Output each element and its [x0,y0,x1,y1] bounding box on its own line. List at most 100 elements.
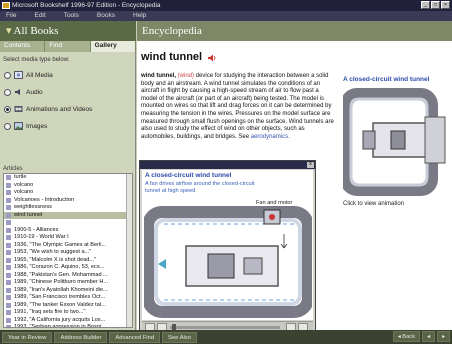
radio-audio[interactable]: Audio [4,88,43,96]
article-list-item[interactable]: 1910-19 - World War I [4,234,132,242]
articles-list[interactable]: turtle volcano volcano Volcanoes - Introduc… [3,173,133,328]
article-icon [6,325,11,327]
article-icon [6,317,11,323]
bottom-toolbar: Year in Review Address Builder Advanced … [0,330,452,344]
all-books-header[interactable]: ▾ All Books [0,21,136,41]
all-media-icon [14,71,23,79]
wind-tunnel-diagram [144,206,312,318]
article-list-item[interactable]: 1965, "Malcolm X is shot dead..." [4,257,132,265]
article-icon [6,272,11,278]
article-list-item[interactable]: 1986, "Corazon C. Aquino, 53, ecs... [4,264,132,272]
article-icon [6,175,11,180]
article-list-item[interactable]: 1900-5 - Alliances [4,227,132,235]
articles-scrollbar[interactable] [126,174,132,327]
article-icon [6,190,11,195]
article-title: wind tunnel [141,51,203,63]
menu-books[interactable]: Books [97,11,115,21]
audio-icon [15,89,20,95]
video-icon [14,106,23,112]
article-label: 1936, "The Olympic Games at Berli... [14,241,107,248]
article-icon [6,212,11,218]
article-label: 1991, "Iraq sets fire to two..." [14,309,86,315]
year-in-review-button[interactable]: Year in Review [2,331,53,343]
article-label: 1910-19 - World War I [14,234,69,240]
article-list-item[interactable]: 1989, "The tanker Exxon Valdez tal... [4,302,132,310]
bookshelf-window: Microsoft Bookshelf 1996-97 Edition - En… [0,0,452,344]
radio-all-media[interactable]: All Media [4,71,53,79]
radio-label: Images [26,122,48,130]
article-list-item[interactable]: 1991, "Iraq sets fire to two..." [4,309,132,317]
article-term: wind tunnel, [141,73,176,79]
articles-label: Articles [3,166,23,172]
window-title: Microsoft Bookshelf 1996-97 Edition - En… [12,2,161,9]
side-figure-caption: Click to view animation [343,201,405,207]
article-icon [6,205,11,210]
prev-arrow-icon[interactable]: ◂ [422,331,436,342]
maximize-button[interactable]: □ [431,1,440,9]
wind-tunnel-thumbnail[interactable] [343,87,447,199]
popup-subtitle: A fan drives airflow around the closed-c… [145,181,255,194]
article-list-item[interactable]: wind tunnel [4,211,132,219]
article-list-item[interactable]: 1953, "We wish to suggest a..." [4,249,132,257]
menu-edit[interactable]: Edit [34,11,45,21]
article-list-item[interactable]: 1989, "Iran's Ayatollah Khomeini die... [4,287,132,295]
minimize-button[interactable]: _ [421,1,430,9]
see-also-link[interactable]: aerodynamics. [251,134,290,140]
article-icon [6,220,11,225]
article-label: 1953, "We wish to suggest a..." [14,249,92,255]
article-list-item[interactable]: volcano [4,182,132,190]
article-list-item[interactable]: 1988, "Pakistan's Gen. Mohammad ... [4,272,132,280]
radio-dot [4,105,11,113]
article-list-item[interactable]: volcano [4,189,132,197]
article-body: wind tunnel, (wind) device for studying … [141,73,335,141]
radio-dot [4,71,11,79]
article-label: 1993, "Serbian aggression in Bosni... [14,324,106,328]
address-builder-button[interactable]: Address Builder [54,331,108,343]
article-label: 1989, "Chinese Politburo member H... [14,279,109,285]
article-icon [6,257,11,263]
expand-arrow-icon: ▾ [6,25,12,37]
menu-tools[interactable]: Tools [64,11,79,21]
tab-find[interactable]: Find [45,41,91,52]
window-controls: _ □ × [421,1,450,9]
article-list-item[interactable]: Volcanoes - Introduction [4,197,132,205]
menu-help[interactable]: Help [133,11,146,21]
speaker-icon[interactable] [208,54,217,62]
article-icon [6,287,11,293]
radio-dot [4,88,11,96]
article-list-item[interactable]: 1936, "The Olympic Games at Berli... [4,242,132,250]
article-label: volcano [14,181,34,188]
close-button[interactable]: × [441,1,450,9]
tab-gallery[interactable]: Gallery [90,41,136,52]
advanced-find-button[interactable]: Advanced Find [109,331,161,343]
article-label: 1989, "Iran's Ayatollah Khomeini die... [14,286,108,293]
article-icon [6,295,11,300]
article-list-item[interactable]: 1989, "Chinese Politburo member H... [4,279,132,287]
image-icon [14,122,23,130]
back-label: Back [402,334,416,340]
progress-track[interactable] [170,326,280,329]
article-list-item[interactable]: weightlessness [4,204,132,212]
next-arrow-icon[interactable]: ▸ [437,331,450,342]
article-list-item[interactable] [4,219,132,227]
see-also-button[interactable]: See Also [162,331,197,343]
article-list-item[interactable]: turtle [4,174,132,182]
article-icon [6,242,11,248]
popup-title-bar: x [140,161,315,169]
back-button[interactable]: ◂ Back [392,331,421,342]
article-label: 1989, "The tanker Exxon Valdez tal... [14,301,106,308]
radio-label: Animations and Videos [26,105,93,113]
radio-images[interactable]: Images [4,122,47,130]
article-list-item[interactable]: 1992, "A California jury acquits Los... [4,317,132,325]
article-label: 1989, "San Francisco trembles Oct... [14,294,106,300]
select-media-label: Select media type below: [3,57,70,63]
article-text: device for studying the interaction betw… [141,73,334,140]
article-list-item[interactable]: 1993, "Serbian aggression in Bosni... [4,324,132,328]
tab-contents[interactable]: Contents [0,41,46,52]
article-list-item[interactable]: 1989, "San Francisco trembles Oct... [4,294,132,302]
popup-close-button[interactable]: x [307,162,314,168]
popup-content: A closed-circuit wind tunnel A fan drive… [142,170,313,320]
article-icon [6,235,11,240]
menu-file[interactable]: File [6,11,16,21]
radio-animations-videos[interactable]: Animations and Videos [4,105,92,113]
